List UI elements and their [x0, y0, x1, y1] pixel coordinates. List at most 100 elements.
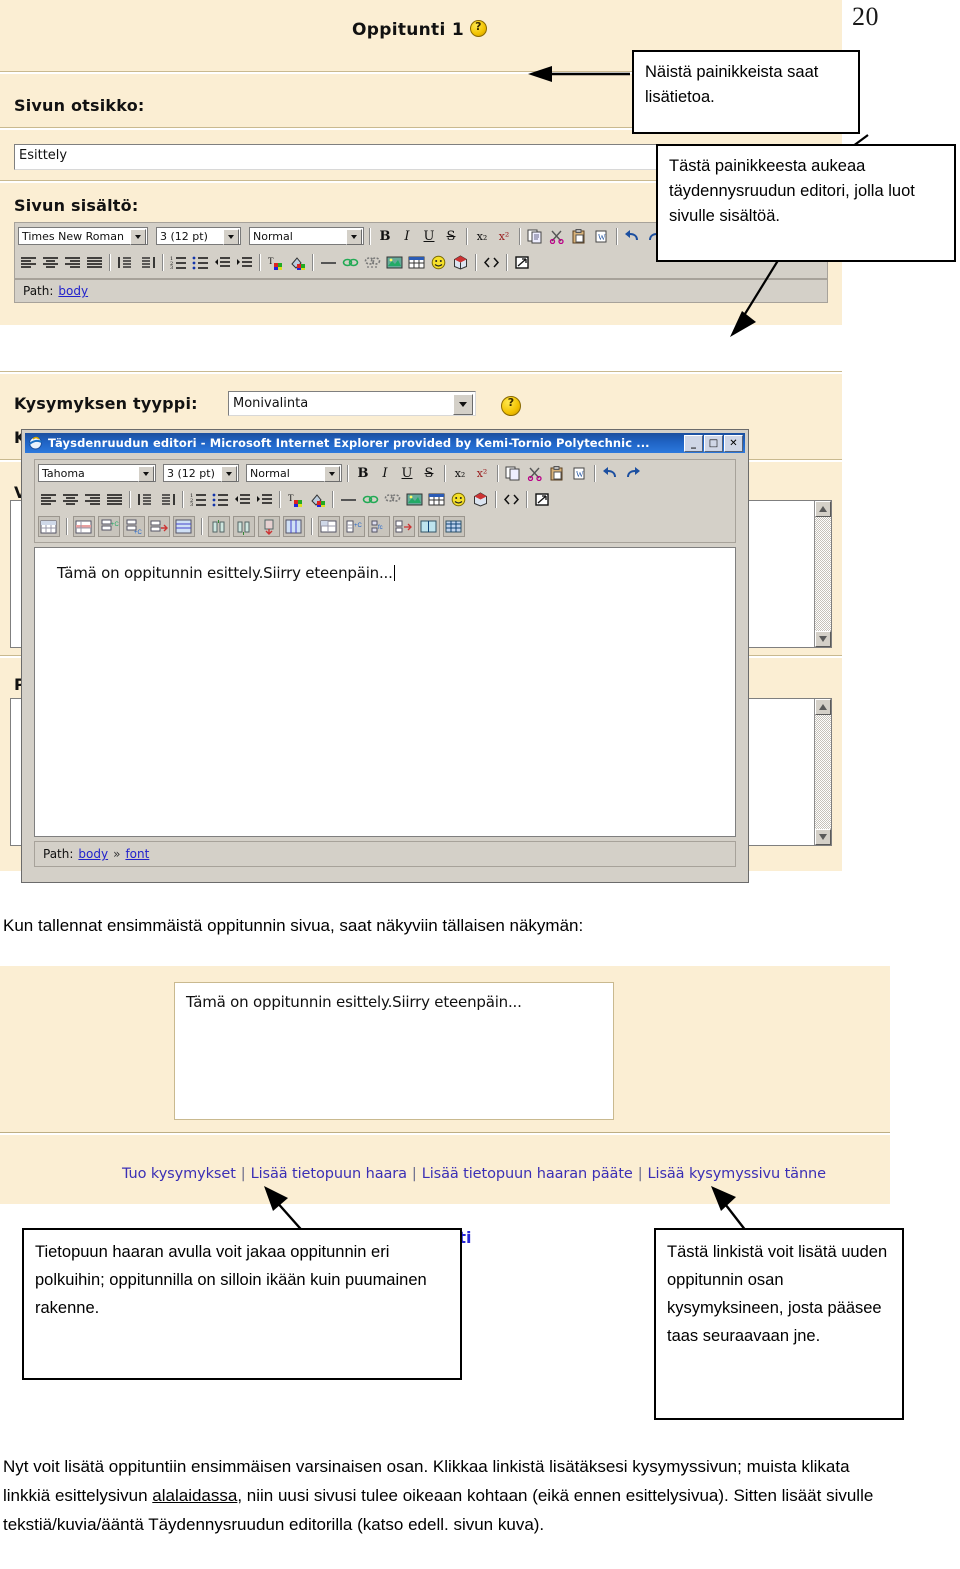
chevron-down-icon[interactable] — [346, 229, 362, 245]
paragraph-style-select[interactable]: Normal — [249, 227, 364, 245]
scissors-icon[interactable] — [525, 463, 545, 483]
bold-button[interactable]: B — [375, 226, 395, 246]
dialog-subscript-button[interactable]: x₂ — [450, 463, 470, 483]
dialog-italic-button[interactable]: I — [375, 463, 395, 483]
link-icon[interactable] — [340, 252, 360, 272]
dialog-underline-button[interactable]: U — [397, 463, 417, 483]
copy-icon[interactable] — [525, 226, 545, 246]
indent-icon[interactable] — [234, 252, 254, 272]
text-color-icon[interactable]: T — [285, 489, 305, 509]
scrollbar-vertical[interactable] — [814, 501, 831, 647]
row-insert-after-icon[interactable]: +C — [123, 515, 145, 537]
align-left-icon[interactable] — [38, 489, 58, 509]
maximize-button[interactable]: □ — [704, 434, 723, 452]
fullscreen-editor-dialog[interactable]: Täysdenruudun editori - Microsoft Intern… — [22, 430, 748, 882]
cell-split-horizontal-icon[interactable] — [418, 515, 440, 537]
html-source-icon[interactable] — [501, 489, 521, 509]
paste-word-icon[interactable]: W — [569, 463, 589, 483]
unordered-list-icon[interactable] — [210, 489, 230, 509]
dialog-font-family-select[interactable]: Tahoma — [38, 464, 156, 482]
table-properties-icon[interactable] — [73, 515, 95, 537]
dialog-paragraph-style-select[interactable]: Normal — [246, 464, 342, 482]
close-button[interactable]: ✕ — [724, 434, 743, 452]
row-split-icon[interactable] — [173, 515, 195, 537]
align-right-icon[interactable] — [82, 489, 102, 509]
chevron-down-icon[interactable] — [138, 466, 154, 482]
align-left-icon[interactable] — [18, 252, 38, 272]
dialog-bold-button[interactable]: B — [353, 463, 373, 483]
chevron-down-icon[interactable] — [453, 394, 473, 415]
underline-button[interactable]: U — [419, 226, 439, 246]
scroll-up-button[interactable] — [815, 699, 831, 715]
outdent-icon[interactable] — [212, 252, 232, 272]
html-source-icon[interactable] — [481, 252, 501, 272]
column-insert-after-icon[interactable] — [233, 515, 255, 537]
image-icon[interactable] — [384, 252, 404, 272]
media-icon[interactable] — [450, 252, 470, 272]
chevron-down-icon[interactable] — [223, 229, 239, 245]
table-icon[interactable] — [406, 252, 426, 272]
cell-properties-icon[interactable] — [318, 515, 340, 537]
align-center-icon[interactable] — [60, 489, 80, 509]
direction-ltr-icon[interactable] — [135, 489, 155, 509]
chevron-down-icon[interactable] — [130, 229, 146, 245]
path-link-body[interactable]: body — [58, 284, 88, 298]
horizontal-rule-icon[interactable] — [338, 489, 358, 509]
column-insert-before-icon[interactable] — [208, 515, 230, 537]
font-size-select[interactable]: 3 (12 pt) — [156, 227, 241, 245]
ordered-list-icon[interactable]: 123 — [188, 489, 208, 509]
smiley-icon[interactable] — [428, 252, 448, 272]
fullscreen-editor-icon[interactable] — [532, 489, 552, 509]
scroll-down-button[interactable] — [815, 631, 831, 647]
align-right-icon[interactable] — [62, 252, 82, 272]
table-icon[interactable] — [426, 489, 446, 509]
cell-insert-before-icon[interactable]: +C — [343, 515, 365, 537]
dialog-content-editable[interactable]: Tämä on oppitunnin esittely.Siirry eteen… — [34, 547, 736, 837]
direction-rtl-icon[interactable] — [157, 489, 177, 509]
unlink-icon[interactable] — [362, 252, 382, 272]
unordered-list-icon[interactable] — [190, 252, 210, 272]
dialog-font-size-select[interactable]: 3 (12 pt) — [163, 464, 239, 482]
dialog-path-link-font[interactable]: font — [125, 847, 149, 861]
dialog-strikethrough-button[interactable]: S — [419, 463, 439, 483]
strikethrough-button[interactable]: S — [441, 226, 461, 246]
link-add-branch-table[interactable]: Lisää tietopuun haara — [251, 1166, 407, 1182]
link-icon[interactable] — [360, 489, 380, 509]
direction-ltr-icon[interactable] — [115, 252, 135, 272]
unlink-icon[interactable] — [382, 489, 402, 509]
align-justify-icon[interactable] — [84, 252, 104, 272]
cell-split-vertical-icon[interactable] — [443, 515, 465, 537]
scroll-up-button[interactable] — [815, 501, 831, 517]
ordered-list-icon[interactable]: 123 — [168, 252, 188, 272]
link-add-question-page[interactable]: Lisää kysymyssivu tänne — [648, 1166, 827, 1182]
dialog-path-link-body[interactable]: body — [78, 847, 108, 861]
undo-icon[interactable] — [622, 226, 642, 246]
column-split-icon[interactable] — [283, 515, 305, 537]
italic-button[interactable]: I — [397, 226, 417, 246]
chevron-down-icon[interactable] — [324, 466, 340, 482]
question-type-select[interactable]: Monivalinta — [228, 391, 476, 416]
subscript-button[interactable]: x₂ — [472, 226, 492, 246]
row-insert-before-icon[interactable]: +C — [98, 515, 120, 537]
cell-merge-icon[interactable]: fc — [368, 515, 390, 537]
horizontal-rule-icon[interactable] — [318, 252, 338, 272]
question-mark-help-icon[interactable] — [501, 396, 521, 416]
outdent-icon[interactable] — [232, 489, 252, 509]
indent-icon[interactable] — [254, 489, 274, 509]
text-color-icon[interactable]: T — [265, 252, 285, 272]
superscript-button[interactable]: x² — [494, 226, 514, 246]
media-icon[interactable] — [470, 489, 490, 509]
background-color-icon[interactable] — [287, 252, 307, 272]
chevron-down-icon[interactable] — [221, 466, 237, 482]
link-add-end-of-branch[interactable]: Lisää tietopuun haaran pääte — [422, 1166, 633, 1182]
scissors-icon[interactable] — [547, 226, 567, 246]
scrollbar-vertical[interactable] — [814, 699, 831, 845]
image-icon[interactable] — [404, 489, 424, 509]
link-import-questions[interactable]: Tuo kysymykset — [122, 1166, 236, 1182]
direction-rtl-icon[interactable] — [137, 252, 157, 272]
minimize-button[interactable]: _ — [684, 434, 703, 452]
align-justify-icon[interactable] — [104, 489, 124, 509]
align-center-icon[interactable] — [40, 252, 60, 272]
dialog-superscript-button[interactable]: x² — [472, 463, 492, 483]
font-family-select[interactable]: Times New Roman — [18, 227, 148, 245]
